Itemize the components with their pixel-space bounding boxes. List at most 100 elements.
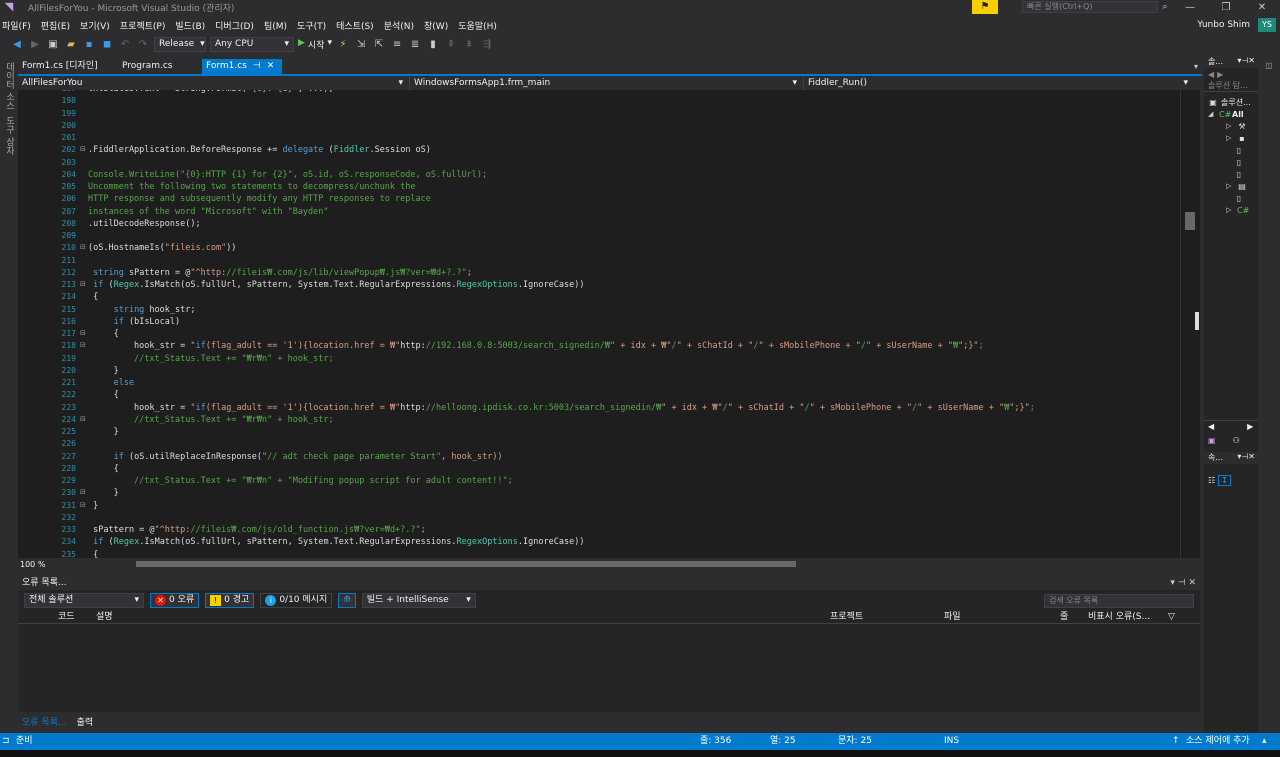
collapse-outline-icon[interactable]: ⊟ <box>80 329 86 337</box>
collapse-outline-icon[interactable]: ⊟ <box>80 280 86 288</box>
next-bookmark-icon[interactable]: ⇟ <box>462 39 476 50</box>
zoom-level[interactable]: 100 % <box>18 560 78 569</box>
code-line[interactable]: HTTP response and subsequently modify an… <box>88 194 431 204</box>
code-line[interactable]: if (bIsLocal) <box>88 317 181 327</box>
tree-item-file[interactable]: ▯ <box>1204 144 1258 156</box>
menu-analyze[interactable]: 분석(N) <box>382 19 422 32</box>
expand-arrow-icon[interactable]: ▷ <box>1226 122 1234 130</box>
menu-help[interactable]: 도움말(H) <box>456 19 505 32</box>
clear-bookmark-icon[interactable]: ⇶ <box>480 39 494 50</box>
filter-toggle-button[interactable]: ⟰ <box>338 592 356 608</box>
code-line[interactable]: } <box>88 366 119 376</box>
code-line[interactable]: hook_str = "if(flag_adult == '1'){locati… <box>88 341 984 351</box>
code-line[interactable]: (oS.HostnameIs("fileis.com")) <box>88 243 236 253</box>
solution-search-input[interactable]: 솔루션 탐... <box>1204 80 1258 92</box>
tab-program[interactable]: Program.cs <box>118 59 202 74</box>
solution-node[interactable]: ▣ 솔루션... <box>1204 96 1258 108</box>
source-control-button[interactable]: 소스 제어에 추가 <box>1186 733 1250 750</box>
save-icon[interactable]: ▪ <box>82 39 96 50</box>
start-button[interactable]: ▶ 시작 ▾ <box>298 38 332 51</box>
tree-item-file[interactable]: ▯ <box>1204 168 1258 180</box>
code-line[interactable]: hook_str = "if(flag_adult == '1'){locati… <box>88 403 1035 413</box>
code-line[interactable]: instances of the word "Microsoft" with "… <box>88 207 329 217</box>
code-line[interactable]: Uncomment the following two statements t… <box>88 182 416 192</box>
code-line[interactable]: { <box>88 550 98 559</box>
bookmark-icon[interactable]: ▮ <box>426 39 440 50</box>
outdent-icon[interactable]: ≣ <box>408 39 422 50</box>
categorized-icon[interactable]: ☷ <box>1208 476 1215 485</box>
browser-link-icon[interactable]: ⚡ <box>336 39 350 50</box>
menu-test[interactable]: 테스트(S) <box>334 19 382 32</box>
tree-item-file[interactable]: ▯ <box>1204 192 1258 204</box>
toolbox-tab[interactable]: 도구 상자 <box>3 116 16 155</box>
solution-explorer-scrollbar[interactable]: ◀ ▶ <box>1204 420 1258 432</box>
column-code[interactable]: 코드 <box>58 610 96 623</box>
error-search-input[interactable]: 검색 오류 목록 <box>1044 594 1194 608</box>
collapse-outline-icon[interactable]: ⊟ <box>80 488 86 496</box>
save-all-icon[interactable]: ◼ <box>100 39 114 50</box>
collapse-outline-icon[interactable]: ⊟ <box>80 341 86 349</box>
code-line[interactable]: } <box>88 488 119 498</box>
collapse-outline-icon[interactable]: ⊟ <box>80 415 86 423</box>
menu-build[interactable]: 빌드(B) <box>173 19 213 32</box>
code-line[interactable]: else <box>88 378 134 388</box>
messages-filter-button[interactable]: i 0/10 메시지 <box>260 592 333 608</box>
feedback-flag-icon[interactable]: ⚑ <box>972 0 998 14</box>
warnings-filter-button[interactable]: ! 0 경고 <box>205 592 255 608</box>
code-line[interactable]: //txt_Status.Text += "₩r₩n" + hook_str; <box>88 415 334 425</box>
menu-debug[interactable]: 디버그(D) <box>213 19 262 32</box>
column-suppression[interactable]: 비표시 오류(S... <box>1088 610 1168 623</box>
code-editor[interactable]: 197 198 199 200 201 202 ⊟ 203 204 205 206 207 208 209… <box>18 90 1200 558</box>
scrollbar-thumb[interactable] <box>1185 212 1195 230</box>
menu-tools[interactable]: 도구(T) <box>295 19 334 32</box>
data-sources-tab[interactable]: 데이터 소스 <box>3 62 16 110</box>
code-line[interactable]: string hook_str; <box>88 305 196 315</box>
close-button[interactable]: ✕ <box>1244 2 1280 13</box>
vertical-scrollbar[interactable] <box>1180 90 1199 558</box>
upload-icon[interactable]: ↑ <box>1172 733 1180 750</box>
right-side-tab[interactable]: ⊟ <box>1263 62 1273 70</box>
tab-form1[interactable]: Form1.cs ⊣ ✕ <box>202 59 283 74</box>
tree-item-form[interactable]: ▷ ▤ <box>1204 180 1258 192</box>
project-dropdown[interactable]: AllFilesForYou ▾ <box>18 76 410 90</box>
expand-arrow-icon[interactable]: ▷ <box>1226 206 1234 214</box>
open-file-icon[interactable]: ▰ <box>64 39 78 50</box>
source-select[interactable]: 빌드 + IntelliSense ▾ <box>361 592 476 608</box>
redo-icon[interactable]: ↷ <box>136 39 150 50</box>
type-dropdown[interactable]: WindowsFormsApp1.frm_main ▾ <box>410 76 804 90</box>
code-line[interactable]: if (Regex.IsMatch(oS.fullUrl, sPattern, … <box>88 537 584 547</box>
menu-window[interactable]: 창(W) <box>422 19 456 32</box>
expand-arrow-icon[interactable]: ▷ <box>1226 182 1234 190</box>
column-project[interactable]: 프로젝트 <box>830 610 944 623</box>
step-icon[interactable]: ⇲ <box>354 39 368 50</box>
project-node[interactable]: ◢ C# All <box>1204 108 1258 120</box>
collapse-outline-icon[interactable]: ⊟ <box>80 501 86 509</box>
filter-icon[interactable]: ▽ <box>1168 610 1182 623</box>
tab-error-list[interactable]: 오류 목록... <box>22 715 67 728</box>
scope-select[interactable]: 전체 솔루션 ▾ <box>24 592 144 608</box>
restore-button[interactable]: ❐ <box>1208 2 1244 13</box>
prev-bookmark-icon[interactable]: ⇞ <box>444 39 458 50</box>
solution-configuration-select[interactable]: Release ▾ <box>154 36 206 52</box>
tab-output[interactable]: 출력 <box>77 715 94 728</box>
column-description[interactable]: 설명 <box>96 610 830 623</box>
tab-form1-designer[interactable]: Form1.cs [디자인] <box>18 59 118 74</box>
code-line[interactable]: string sPattern = @"^http://fileis₩.com/… <box>88 268 472 278</box>
solution-explorer-tab-icon[interactable]: ▣ <box>1208 436 1216 445</box>
code-line[interactable]: //txt_Status.Text += "₩r₩n" + "Modifing … <box>88 476 513 486</box>
alphabetical-icon[interactable]: ↧ <box>1218 474 1231 486</box>
close-icon[interactable]: ✕ <box>267 59 275 74</box>
code-line[interactable]: sPattern = @"^http://fileis₩.com/js/old_… <box>88 525 426 535</box>
member-dropdown[interactable]: Fiddler_Run() ▾ <box>804 76 1194 90</box>
quick-launch-input[interactable]: 빠른 실행(Ctrl+Q) <box>1022 1 1158 13</box>
column-line[interactable]: 줄 <box>1060 610 1088 623</box>
code-line[interactable]: { <box>88 329 119 339</box>
code-line[interactable]: if (oS.utilReplaceInResponse("// adt che… <box>88 452 503 462</box>
navigate-back-icon[interactable]: ◀ <box>10 39 24 50</box>
code-line[interactable]: } <box>88 501 98 511</box>
undo-icon[interactable]: ↶ <box>118 39 132 50</box>
panel-controls-icon[interactable]: ▾⊣✕ <box>1237 56 1255 68</box>
menu-project[interactable]: 프로젝트(P) <box>118 19 174 32</box>
avatar[interactable]: YS <box>1258 18 1276 32</box>
menu-edit[interactable]: 편집(E) <box>39 19 78 32</box>
